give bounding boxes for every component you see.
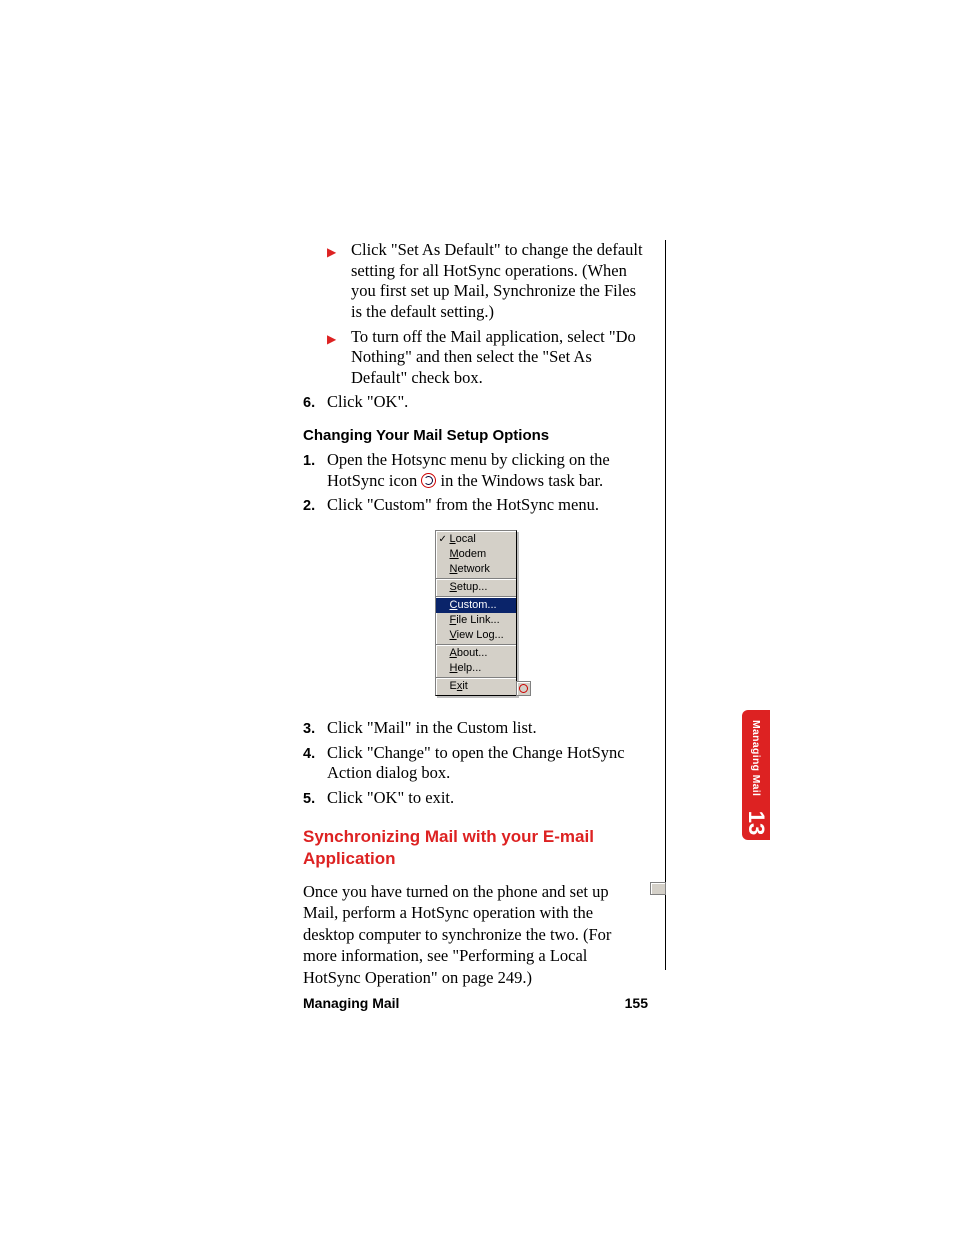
body-paragraph: Once you have turned on the phone and se… (303, 881, 648, 988)
step-text: Click "Custom" from the HotSync menu. (327, 495, 648, 516)
main-column: ▶ Click "Set As Default" to change the d… (303, 240, 648, 988)
menu-items: ✓LocalModemNetworkSetup...Custom...File … (435, 530, 517, 696)
chapter-thumb-tab: Managing Mail 13 (742, 710, 770, 840)
menu-item-modem[interactable]: Modem (436, 547, 516, 562)
menu-item-label: Local (450, 533, 476, 545)
menu-item-label: Modem (450, 548, 487, 560)
numbered-step: 5. Click "OK" to exit. (303, 788, 648, 809)
numbered-step: 4. Click "Change" to open the Change Hot… (303, 743, 648, 784)
step-number: 5. (303, 788, 327, 808)
step-text: Click "OK". (327, 392, 648, 413)
bullet-list: ▶ Click "Set As Default" to change the d… (303, 240, 648, 388)
step-number: 2. (303, 495, 327, 515)
menu-item-setup[interactable]: Setup... (436, 580, 516, 595)
numbered-step: 6. Click "OK". (303, 392, 648, 413)
menu-item-label: View Log... (450, 629, 504, 641)
step-text: Click "OK" to exit. (327, 788, 648, 809)
step-number: 4. (303, 743, 327, 763)
menu-item-label: File Link... (450, 614, 500, 626)
chapter-tab-label: Managing Mail (750, 720, 762, 796)
menu-item-about[interactable]: About... (436, 646, 516, 661)
numbered-list: 3. Click "Mail" in the Custom list. 4. C… (303, 718, 648, 809)
numbered-list: 6. Click "OK". (303, 392, 648, 413)
step-number: 6. (303, 392, 327, 412)
tray-hotsync-icon (516, 681, 531, 696)
menu-group: Exit (436, 677, 516, 695)
document-page: ▶ Click "Set As Default" to change the d… (0, 0, 954, 1235)
menu-group: Setup... (436, 578, 516, 596)
numbered-step: 2. Click "Custom" from the HotSync menu. (303, 495, 648, 516)
menu-item-file-link[interactable]: File Link... (436, 613, 516, 628)
menu-item-network[interactable]: Network (436, 562, 516, 577)
menu-group: Custom... File Link... View Log... (436, 596, 516, 644)
scroll-corner-icon (650, 882, 666, 895)
bullet-text: To turn off the Mail application, select… (351, 327, 648, 389)
menu-item-local[interactable]: ✓Local (436, 532, 516, 547)
section-heading-sync-mail: Synchronizing Mail with your E-mail Appl… (303, 826, 648, 869)
menu-group: ✓LocalModemNetwork (436, 531, 516, 578)
menu-item-label: Custom... (450, 599, 497, 611)
step-number: 3. (303, 718, 327, 738)
menu-item-help[interactable]: Help... (436, 661, 516, 676)
footer-page-number: 155 (625, 995, 648, 1011)
check-icon: ✓ (439, 533, 447, 546)
column-divider (665, 240, 666, 970)
bullet-icon: ▶ (327, 240, 351, 260)
step-text-part: in the Windows task bar. (436, 471, 603, 490)
menu-item-label: About... (450, 647, 488, 659)
bullet-item: ▶ To turn off the Mail application, sele… (327, 327, 648, 389)
bullet-text: Click "Set As Default" to change the def… (351, 240, 648, 323)
chapter-tab-number: 13 (745, 811, 767, 835)
menu-item-label: Setup... (450, 581, 488, 593)
menu-item-label: Exit (450, 680, 468, 692)
footer-section-title: Managing Mail (303, 995, 399, 1011)
numbered-step: 3. Click "Mail" in the Custom list. (303, 718, 648, 739)
step-text: Open the Hotsync menu by clicking on the… (327, 450, 648, 491)
numbered-list: 1. Open the Hotsync menu by clicking on … (303, 450, 648, 516)
hotsync-icon (421, 473, 436, 488)
step-number: 1. (303, 450, 327, 470)
menu-item-view-log[interactable]: View Log... (436, 628, 516, 643)
step-text: Click "Mail" in the Custom list. (327, 718, 648, 739)
menu-item-custom[interactable]: Custom... (436, 598, 516, 613)
menu-item-label: Help... (450, 662, 482, 674)
menu-item-label: Network (450, 563, 490, 575)
subheading-change-mail-setup: Changing Your Mail Setup Options (303, 427, 648, 444)
page-footer: Managing Mail 155 (303, 995, 648, 1011)
menu-group: About... Help... (436, 644, 516, 677)
bullet-icon: ▶ (327, 327, 351, 347)
numbered-step: 1. Open the Hotsync menu by clicking on … (303, 450, 648, 491)
menu-item-exit[interactable]: Exit (436, 679, 516, 694)
bullet-item: ▶ Click "Set As Default" to change the d… (327, 240, 648, 323)
step-text: Click "Change" to open the Change HotSyn… (327, 743, 648, 784)
hotsync-context-menu: ✓LocalModemNetworkSetup...Custom...File … (435, 530, 517, 696)
